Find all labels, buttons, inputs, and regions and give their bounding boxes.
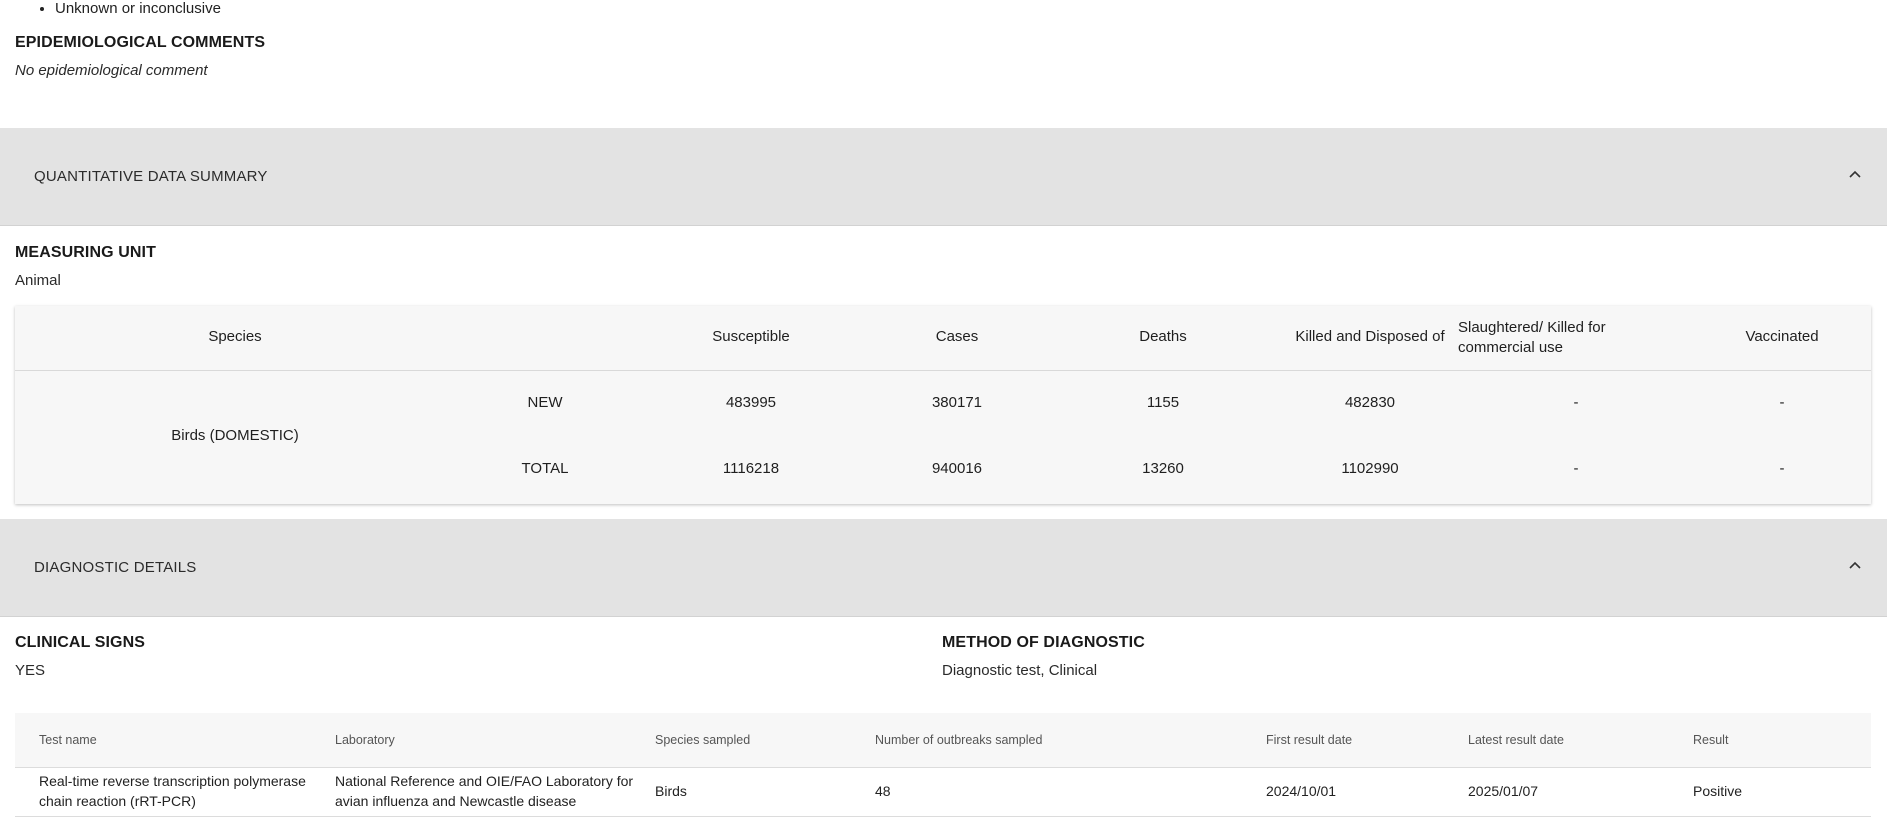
diagnostic-details-header[interactable]: DIAGNOSTIC DETAILS	[0, 519, 1887, 617]
first-result-date-cell: 2024/10/01	[1266, 783, 1337, 799]
chevron-up-icon[interactable]	[1845, 164, 1865, 184]
laboratory-line: avian influenza and Newcastle disease	[335, 793, 577, 809]
species-sampled-cell: Birds	[655, 783, 687, 799]
species-cell: Birds (DOMESTIC)	[171, 427, 299, 444]
header-vaccinated: Vaccinated	[1745, 328, 1819, 345]
header-divider	[15, 370, 1871, 371]
new-vaccinated: -	[1779, 394, 1785, 411]
header-species: Species	[208, 328, 262, 345]
header-result: Result	[1693, 733, 1729, 747]
total-deaths: 13260	[1142, 460, 1184, 477]
header-test-name: Test name	[39, 733, 97, 747]
epidemiological-comments-value: No epidemiological comment	[15, 62, 208, 79]
new-cases: 380171	[931, 394, 983, 411]
measuring-unit-value: Animal	[15, 272, 61, 289]
header-killed: Killed and Disposed of	[1295, 328, 1445, 345]
test-name-line: Real-time reverse transcription polymera…	[39, 773, 306, 789]
row-type-total: TOTAL	[521, 460, 569, 477]
new-deaths: 1155	[1146, 394, 1180, 411]
total-killed: 1102990	[1341, 460, 1399, 477]
header-slaughtered: Slaughtered/ Killed for commercial use	[1458, 318, 1638, 358]
epidemiological-comments-title: EPIDEMIOLOGICAL COMMENTS	[15, 34, 266, 51]
header-deaths: Deaths	[1139, 328, 1187, 345]
new-killed: 482830	[1344, 394, 1396, 411]
header-species-sampled: Species sampled	[655, 733, 751, 747]
diagnostic-table-header: Test name Laboratory Species sampled Num…	[15, 713, 1871, 768]
header-first-result-date: First result date	[1266, 733, 1353, 747]
chevron-up-icon[interactable]	[1845, 555, 1865, 575]
total-vaccinated: -	[1779, 460, 1785, 477]
total-cases: 940016	[931, 460, 983, 477]
test-name-cell: Real-time reverse transcription polymera…	[39, 771, 306, 811]
result-cell: Positive	[1693, 783, 1743, 799]
clinical-signs-title: CLINICAL SIGNS	[15, 634, 146, 651]
quantitative-table: Species Susceptible Cases Deaths Killed …	[15, 306, 1871, 504]
measuring-unit-title: MEASURING UNIT	[15, 244, 156, 261]
clinical-signs-value: YES	[15, 662, 46, 679]
new-susceptible: 483995	[725, 394, 777, 411]
outbreaks-sampled-cell: 48	[875, 783, 891, 799]
row-divider	[15, 816, 1871, 817]
total-susceptible: 1116218	[722, 460, 780, 477]
diagnostic-table: Test name Laboratory Species sampled Num…	[15, 713, 1871, 818]
header-laboratory: Laboratory	[335, 733, 395, 747]
quantitative-data-summary-header[interactable]: QUANTITATIVE DATA SUMMARY	[0, 128, 1887, 226]
method-of-diagnostic-value: Diagnostic test, Clinical	[942, 662, 1098, 679]
latest-result-date-cell: 2025/01/07	[1468, 783, 1539, 799]
outcome-list: Unknown or inconclusive	[55, 0, 221, 17]
section-title: QUANTITATIVE DATA SUMMARY	[34, 168, 268, 185]
list-item: Unknown or inconclusive	[55, 0, 221, 17]
header-slaughtered-line1: Slaughtered/ Killed for	[1458, 319, 1606, 336]
row-type-new: NEW	[527, 394, 563, 411]
header-outbreaks-sampled: Number of outbreaks sampled	[875, 733, 1043, 747]
method-of-diagnostic-title: METHOD OF DIAGNOSTIC	[942, 634, 1145, 651]
test-name-line: chain reaction (rRT-PCR)	[39, 793, 196, 809]
laboratory-line: National Reference and OIE/FAO Laborator…	[335, 773, 634, 789]
header-cases: Cases	[935, 328, 979, 345]
header-susceptible: Susceptible	[712, 328, 790, 345]
laboratory-cell: National Reference and OIE/FAO Laborator…	[335, 771, 633, 811]
new-slaughtered: -	[1573, 394, 1579, 411]
header-latest-result-date: Latest result date	[1468, 733, 1564, 747]
total-slaughtered: -	[1573, 460, 1579, 477]
section-title: DIAGNOSTIC DETAILS	[34, 559, 197, 576]
header-slaughtered-line2: commercial use	[1458, 339, 1564, 356]
